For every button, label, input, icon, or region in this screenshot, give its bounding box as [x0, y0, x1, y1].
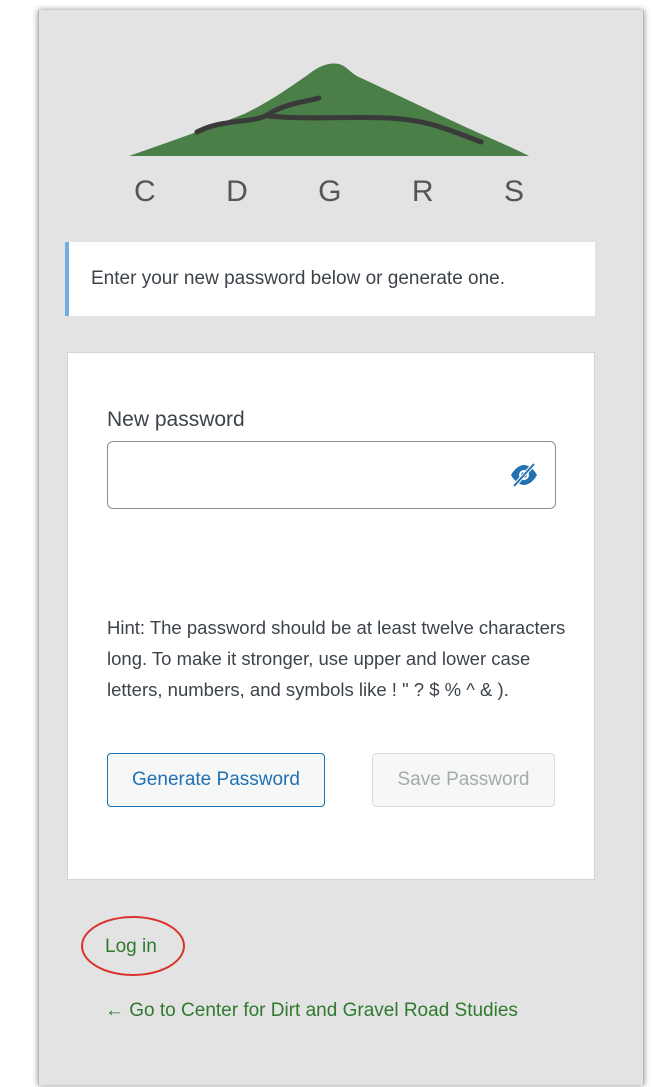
new-password-input[interactable] [118, 452, 492, 500]
eye-slash-icon [511, 462, 537, 488]
new-password-field[interactable] [107, 441, 556, 509]
password-hint: Hint: The password should be at least tw… [107, 616, 566, 700]
cdgrs-logo [129, 63, 529, 156]
info-message: Enter your new password below or generat… [65, 242, 595, 316]
generate-password-button[interactable]: Generate Password [107, 753, 325, 807]
login-panel: C D G R S Enter your new password below … [38, 10, 644, 1085]
back-to-site-link[interactable]: ← Go to Center for Dirt and Gravel Road … [105, 995, 545, 1026]
logo-letter: G [318, 175, 342, 208]
mountain-shape [129, 63, 529, 156]
login-link[interactable]: Log in [105, 936, 157, 958]
toggle-password-visibility-button[interactable] [507, 460, 541, 490]
info-message-text: Enter your new password below or generat… [91, 268, 506, 289]
logo-letter: D [226, 175, 248, 208]
save-password-button[interactable]: Save Password [372, 753, 555, 807]
new-password-label: New password [107, 408, 245, 431]
logo-letter: C [134, 175, 156, 208]
reset-password-form: New password Hint: The password should b… [67, 352, 595, 880]
logo-letters: C D G R S [129, 175, 529, 209]
logo-letter: R [411, 175, 434, 208]
logo-letter: S [503, 175, 524, 208]
